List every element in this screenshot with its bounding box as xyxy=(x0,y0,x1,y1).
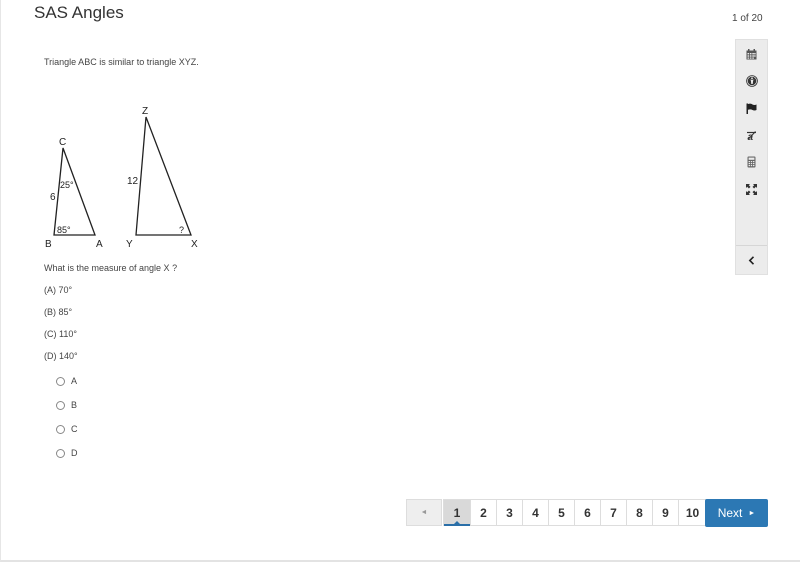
page-frame xyxy=(0,0,800,562)
strikethrough-icon: a xyxy=(747,130,756,141)
vertex-a-label: A xyxy=(96,239,103,250)
previous-page-button[interactable]: ◄ xyxy=(406,499,442,526)
triangle-xyz-shape xyxy=(135,116,192,236)
angle-x-label: ? xyxy=(179,225,184,235)
expand-button[interactable] xyxy=(736,179,767,199)
radio-d[interactable] xyxy=(56,448,65,458)
page-button-5[interactable]: 5 xyxy=(549,499,575,526)
angle-b-label: 85° xyxy=(57,225,71,235)
page-button-3[interactable]: 3 xyxy=(497,499,523,526)
choice-b-text: (B) 85° xyxy=(44,307,73,317)
side-yz-label: 12 xyxy=(127,176,139,187)
angle-c-label: 25° xyxy=(60,180,74,190)
accessibility-button[interactable] xyxy=(736,71,767,91)
page-button-4[interactable]: 4 xyxy=(523,499,549,526)
triangle-abc: C B A 6 25° 85° xyxy=(45,137,103,250)
next-button[interactable]: Next ► xyxy=(705,499,768,527)
page-title: SAS Angles xyxy=(34,3,124,22)
radio-c[interactable] xyxy=(56,424,65,434)
vertex-y-label: Y xyxy=(126,239,133,250)
calculator-icon xyxy=(747,156,756,168)
vertex-x-label: X xyxy=(191,239,198,250)
page-button-2[interactable]: 2 xyxy=(471,499,497,526)
answer-option-a-label: A xyxy=(71,376,78,386)
flag-icon xyxy=(746,103,757,114)
tools-sidebar: a xyxy=(735,39,768,275)
vertex-b-label: B xyxy=(45,239,52,250)
next-arrow-icon: ► xyxy=(748,509,756,517)
answer-option-b-label: B xyxy=(71,400,78,410)
page-button-8[interactable]: 8 xyxy=(627,499,653,526)
answer-option-c[interactable]: C xyxy=(56,424,78,434)
strikethrough-button[interactable]: a xyxy=(736,125,767,145)
flag-button[interactable] xyxy=(736,98,767,118)
accessibility-icon xyxy=(745,75,758,87)
chevron-left-icon xyxy=(748,255,755,265)
similar-triangles-figure: C B A 6 25° 85° Z Y X 12 ? xyxy=(45,106,198,250)
choice-d-text: (D) 140° xyxy=(44,351,78,361)
page-button-9[interactable]: 9 xyxy=(653,499,679,526)
page-button-10[interactable]: 10 xyxy=(679,499,707,526)
page-button-1[interactable]: 1 xyxy=(443,499,471,526)
vertex-z-label: Z xyxy=(142,106,148,117)
answer-option-a[interactable]: A xyxy=(56,376,77,386)
pagination: ◄ 1 2 3 4 5 6 7 8 9 10 xyxy=(406,499,707,526)
radio-a[interactable] xyxy=(56,376,65,386)
side-bc-label: 6 xyxy=(50,192,56,203)
calendar-button[interactable] xyxy=(736,44,767,64)
calendar-icon xyxy=(746,48,757,59)
collapse-toolbar-button[interactable] xyxy=(736,250,767,270)
choice-a-text: (A) 70° xyxy=(44,285,73,295)
next-button-label: Next xyxy=(717,506,743,520)
answer-option-d[interactable]: D xyxy=(56,448,78,458)
vertex-c-label: C xyxy=(59,137,66,148)
answer-option-c-label: C xyxy=(71,424,78,434)
answer-option-b[interactable]: B xyxy=(56,400,77,410)
toolbar-divider xyxy=(736,245,767,246)
question-prompt: Triangle ABC is similar to triangle XYZ. xyxy=(44,57,199,67)
radio-b[interactable] xyxy=(56,400,65,410)
choice-c-text: (C) 110° xyxy=(44,329,77,339)
expand-icon xyxy=(746,183,757,195)
page-button-7[interactable]: 7 xyxy=(601,499,627,526)
triangle-xyz: Z Y X 12 ? xyxy=(126,106,198,250)
page-button-6[interactable]: 6 xyxy=(575,499,601,526)
answer-option-d-label: D xyxy=(71,448,78,458)
calculator-button[interactable] xyxy=(736,152,767,172)
question-text: What is the measure of angle X ? xyxy=(44,263,178,273)
triangle-abc-shape xyxy=(53,147,96,236)
question-counter: 1 of 20 xyxy=(732,13,763,24)
